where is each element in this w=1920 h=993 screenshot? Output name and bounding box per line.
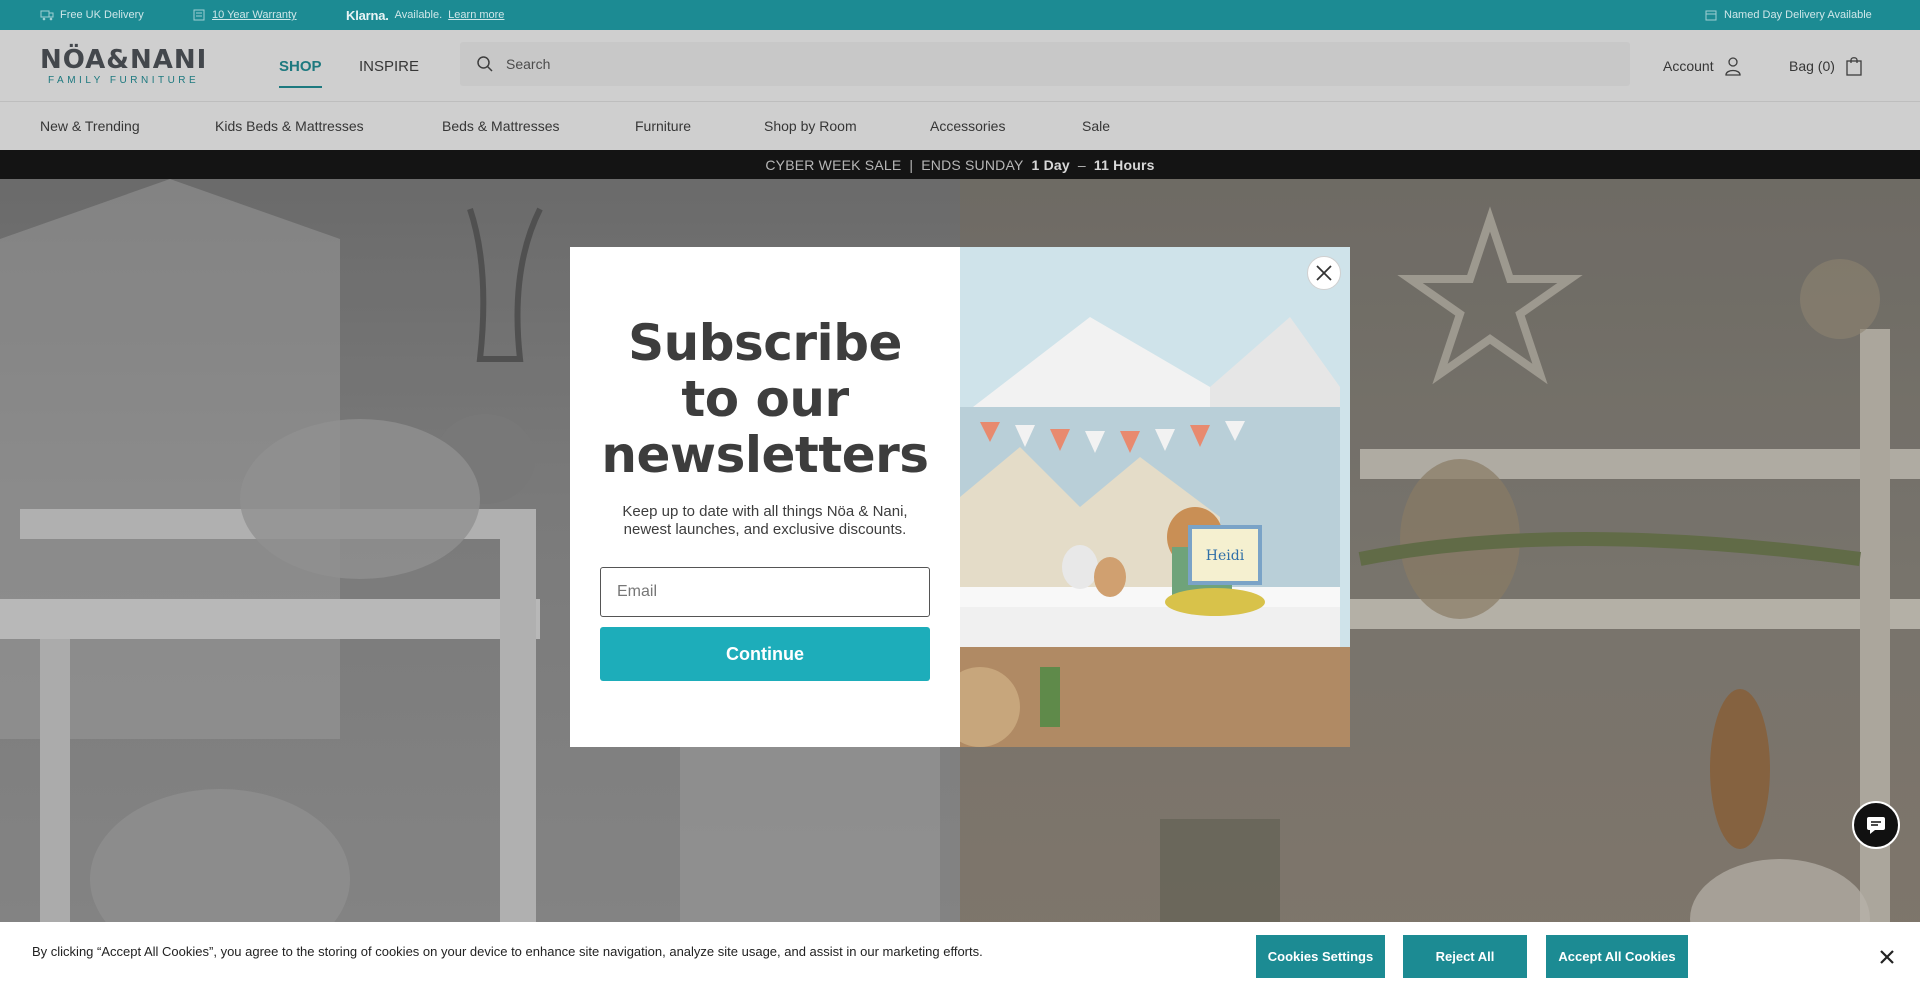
free-delivery: Free UK Delivery	[40, 0, 144, 30]
klarna-learn-more-link[interactable]: Learn more	[448, 9, 504, 21]
delivery-van-icon	[40, 10, 54, 21]
email-field[interactable]	[600, 567, 930, 617]
continue-button[interactable]: Continue	[600, 627, 930, 681]
klarna-available: Available.	[394, 9, 443, 21]
accept-all-cookies-button[interactable]: Accept All Cookies	[1546, 935, 1688, 978]
cookie-text: By clicking “Accept All Cookies”, you ag…	[32, 944, 983, 959]
cookies-settings-button[interactable]: Cookies Settings	[1256, 935, 1385, 978]
reject-all-button[interactable]: Reject All	[1403, 935, 1527, 978]
klarna-info: Klarna. Available. Learn more	[346, 0, 504, 30]
chat-launcher-button[interactable]	[1852, 801, 1900, 849]
klarna-logo: Klarna.	[346, 7, 389, 23]
warranty-icon	[193, 9, 205, 21]
named-day-text: Named Day Delivery Available	[1724, 9, 1872, 21]
book-cover-title: Heidi	[1206, 548, 1245, 564]
modal-photo: Heidi	[960, 247, 1350, 747]
modal-title: Subscribe to our newsletters	[601, 314, 929, 484]
modal-close-button[interactable]	[1307, 256, 1341, 290]
kids-bed-photo: Heidi	[960, 247, 1350, 747]
utility-bar: Free UK Delivery 10 Year Warranty Klarna…	[0, 0, 1920, 30]
free-delivery-text: Free UK Delivery	[60, 9, 144, 21]
modal-form-panel: Subscribe to our newsletters Keep up to …	[570, 247, 960, 747]
close-icon	[1316, 265, 1332, 281]
warranty-link[interactable]: 10 Year Warranty	[212, 9, 297, 21]
named-day-delivery: Named Day Delivery Available	[1704, 0, 1872, 30]
warranty[interactable]: 10 Year Warranty	[192, 0, 297, 30]
cookie-banner: By clicking “Accept All Cookies”, you ag…	[0, 922, 1920, 993]
cookie-close-button[interactable]	[1877, 947, 1897, 967]
calendar-icon	[1705, 10, 1717, 21]
newsletter-modal: Subscribe to our newsletters Keep up to …	[570, 247, 1350, 747]
chat-icon	[1867, 817, 1885, 834]
modal-subtitle: Keep up to date with all things Nöa & Na…	[622, 503, 908, 538]
close-icon	[1880, 950, 1894, 964]
